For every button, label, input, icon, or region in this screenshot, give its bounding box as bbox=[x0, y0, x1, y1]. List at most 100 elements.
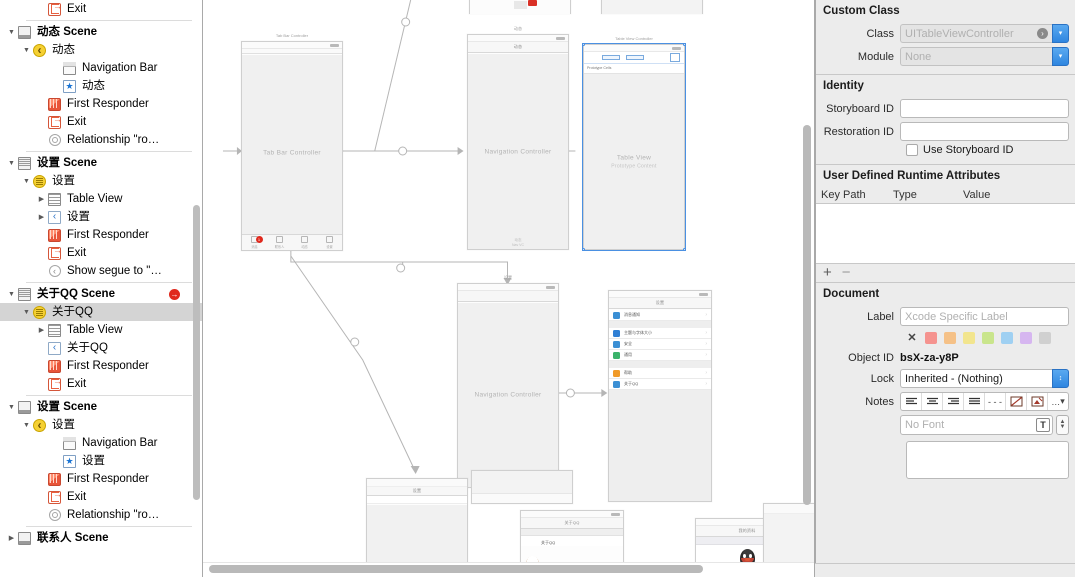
notes-textarea[interactable] bbox=[906, 441, 1069, 479]
outline-row[interactable]: ▶ First Responder bbox=[0, 95, 202, 113]
align-left-icon[interactable] bbox=[901, 393, 922, 410]
outline-row[interactable]: ▼ 设置 bbox=[0, 416, 202, 434]
navigation-bar[interactable] bbox=[458, 291, 558, 302]
disclosure-triangle-icon[interactable]: ▶ bbox=[36, 488, 47, 506]
scene-tab-bar-controller[interactable]: Tab Bar Controller Tab Bar Controller 消息… bbox=[241, 33, 343, 251]
disclosure-triangle-icon[interactable]: ▶ bbox=[36, 262, 47, 280]
disclosure-triangle-icon[interactable]: ▶ bbox=[51, 77, 62, 95]
swatch-orange[interactable] bbox=[944, 331, 956, 344]
outline-scrollbar[interactable] bbox=[193, 205, 201, 500]
navigation-bar[interactable]: 设置 bbox=[609, 298, 711, 309]
outline-row[interactable]: ▶ 关于QQ bbox=[0, 339, 202, 357]
swatch-blue[interactable] bbox=[1001, 331, 1013, 344]
scene-navigation-controller-top[interactable]: 动态 动态 Navigation Controller 动态 Nav VC bbox=[467, 26, 569, 250]
canvas-content[interactable]: Tab Bar Controller Tab Bar Controller 消息… bbox=[203, 0, 814, 577]
scene-table-view-controller[interactable]: Table View Controller Prototype Cells Ta… bbox=[582, 36, 686, 251]
font-panel-icon[interactable]: T bbox=[1036, 418, 1050, 432]
notes-toolbar[interactable]: - - - … ▾ bbox=[900, 392, 1069, 411]
outline-row[interactable]: ▶ Navigation Bar bbox=[0, 59, 202, 77]
class-jump-icon[interactable]: › bbox=[1037, 28, 1048, 39]
canvas-vertical-scrollbar[interactable] bbox=[803, 125, 812, 505]
font-field[interactable]: No Font T bbox=[900, 415, 1053, 435]
image-icon[interactable] bbox=[1027, 393, 1048, 410]
disclosure-triangle-icon[interactable]: ▼ bbox=[6, 285, 17, 303]
outline-row[interactable]: ▶ 设置 bbox=[0, 452, 202, 470]
outline-row[interactable]: ▶ First Responder bbox=[0, 226, 202, 244]
outline-row[interactable]: ▼ 设置 Scene bbox=[0, 398, 202, 416]
disclosure-triangle-icon[interactable]: ▶ bbox=[36, 190, 47, 208]
outline-row[interactable]: ▶ First Responder bbox=[0, 470, 202, 488]
outline-row[interactable]: ▼ 设置 Scene bbox=[0, 154, 202, 172]
no-color-icon[interactable] bbox=[1006, 393, 1027, 410]
disclosure-triangle-icon[interactable]: ▶ bbox=[6, 529, 17, 547]
disclosure-triangle-icon[interactable]: ▶ bbox=[36, 208, 47, 226]
module-combo[interactable]: None ▾ bbox=[900, 47, 1069, 66]
outline-row[interactable]: ▶ Exit bbox=[0, 375, 202, 393]
outline-row[interactable]: ▶ Exit bbox=[0, 244, 202, 262]
disclosure-triangle-icon[interactable]: ▶ bbox=[36, 0, 47, 18]
disclosure-triangle-icon[interactable]: ▶ bbox=[36, 95, 47, 113]
lock-field[interactable]: Inherited - (Nothing) bbox=[900, 369, 1052, 388]
outline-row[interactable]: ▶ Relationship "ro… bbox=[0, 506, 202, 524]
disclosure-triangle-icon[interactable]: ▶ bbox=[36, 470, 47, 488]
use-storyboard-id-checkbox[interactable] bbox=[906, 144, 918, 156]
outline-row[interactable]: ▶ Table View bbox=[0, 190, 202, 208]
tab-item-dynamic[interactable]: 动态 bbox=[292, 235, 317, 250]
use-storyboard-id-row[interactable]: Use Storyboard ID bbox=[815, 143, 1075, 160]
table-row[interactable]: 主题与字体大小 › bbox=[609, 328, 711, 339]
disclosure-triangle-icon[interactable]: ▶ bbox=[36, 321, 47, 339]
udra-add-button[interactable]: + bbox=[823, 265, 832, 280]
disclosure-triangle-icon[interactable]: ▼ bbox=[6, 23, 17, 41]
table-row[interactable]: 帮助 › bbox=[609, 368, 711, 379]
table-row[interactable]: 关于QQ › bbox=[609, 379, 711, 390]
module-field[interactable]: None bbox=[900, 47, 1052, 66]
class-popup-button[interactable]: ▾ bbox=[1052, 24, 1069, 43]
table-row[interactable]: 通用 › bbox=[609, 350, 711, 361]
disclosure-triangle-icon[interactable]: ▶ bbox=[36, 357, 47, 375]
scene-top-partial-2[interactable] bbox=[601, 0, 703, 14]
outline-row[interactable]: ▶ Table View bbox=[0, 321, 202, 339]
outline-row[interactable]: ▼ 关于QQ Scene bbox=[0, 285, 202, 303]
navigation-bar[interactable]: 动态 bbox=[468, 42, 568, 53]
settings-table-rows[interactable]: 消息通知 › 主题与字体大小 › 安全 › 通用 › 帮助 › 关于QQ › bbox=[609, 310, 711, 501]
canvas-horizontal-scrollbar[interactable] bbox=[209, 565, 703, 574]
outline-row[interactable]: ▶ Show segue to "… bbox=[0, 262, 202, 280]
disclosure-triangle-icon[interactable]: ▶ bbox=[36, 131, 47, 149]
lock-combo[interactable]: Inherited - (Nothing) ↕ bbox=[900, 369, 1069, 388]
error-badge-icon[interactable] bbox=[169, 289, 180, 300]
swatch-purple[interactable] bbox=[1020, 331, 1032, 344]
disclosure-triangle-icon[interactable]: ▼ bbox=[21, 172, 32, 190]
align-center-icon[interactable] bbox=[922, 393, 943, 410]
canvas-horizontal-scroll-track[interactable] bbox=[203, 562, 814, 577]
label-color-swatches[interactable]: ✕ bbox=[815, 328, 1075, 348]
disclosure-triangle-icon[interactable]: ▼ bbox=[21, 303, 32, 321]
align-justify-icon[interactable] bbox=[964, 393, 985, 410]
swatch-gray[interactable] bbox=[1039, 331, 1051, 344]
swatch-green[interactable] bbox=[982, 331, 994, 344]
canvas-hscroll-thumb[interactable] bbox=[209, 565, 703, 573]
outline-scrollbar-thumb[interactable] bbox=[193, 205, 200, 500]
identity-inspector-panel[interactable]: Custom Class Class UITableViewController… bbox=[815, 0, 1075, 577]
outline-row[interactable]: ▼ 关于QQ bbox=[0, 303, 202, 321]
canvas-vscroll-thumb[interactable] bbox=[803, 125, 811, 505]
swatch-clear-icon[interactable]: ✕ bbox=[906, 331, 918, 344]
table-row[interactable]: 安全 › bbox=[609, 339, 711, 350]
font-stepper[interactable]: ▲ ▼ bbox=[1056, 415, 1069, 435]
outline-row[interactable]: ▶ Exit bbox=[0, 488, 202, 506]
outline-row[interactable]: ▼ 动态 Scene bbox=[0, 23, 202, 41]
stepper-down-icon[interactable]: ▼ bbox=[1060, 424, 1066, 430]
udra-toolbar[interactable]: + − bbox=[815, 264, 1075, 282]
disclosure-triangle-icon[interactable]: ▶ bbox=[51, 452, 62, 470]
udra-table-body[interactable] bbox=[815, 204, 1075, 264]
udra-remove-button[interactable]: − bbox=[842, 265, 851, 280]
disclosure-triangle-icon[interactable]: ▼ bbox=[6, 398, 17, 416]
outline-list[interactable]: ▶ Exit ▼ 动态 Scene ▼ 动态 ▶ Navigation Bar ▶ 动态 ▶ Firs… bbox=[0, 0, 202, 547]
scene-lower-mid-partial[interactable] bbox=[471, 470, 573, 504]
disclosure-triangle-icon[interactable]: ▶ bbox=[36, 244, 47, 262]
outline-row[interactable]: ▼ 动态 bbox=[0, 41, 202, 59]
dash-icon[interactable]: - - - bbox=[985, 393, 1006, 410]
disclosure-triangle-icon[interactable]: ▶ bbox=[51, 434, 62, 452]
disclosure-triangle-icon[interactable]: ▶ bbox=[36, 226, 47, 244]
disclosure-triangle-icon[interactable]: ▶ bbox=[36, 339, 47, 357]
outline-row[interactable]: ▶ Relationship "ro… bbox=[0, 131, 202, 149]
